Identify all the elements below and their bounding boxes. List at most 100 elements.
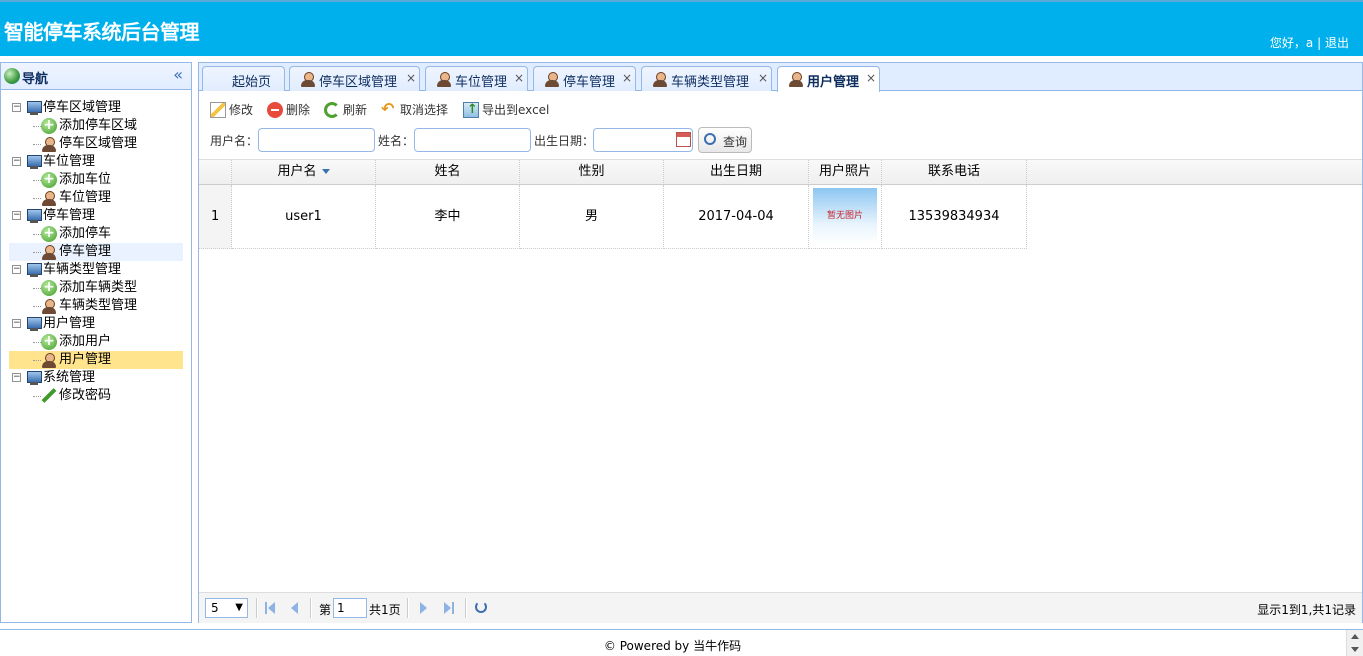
sort-desc-icon — [321, 169, 330, 174]
tree-item-label: 车辆类型管理 — [59, 298, 138, 313]
tab-bar: 起始页 停车区域管理 × 车位管理 × 停车管理 × 车辆类型管理 × 用户管理… — [199, 63, 1362, 92]
page-number-input[interactable] — [333, 598, 367, 618]
tree-item-add-vehicle-type[interactable]: 添加车辆类型 — [9, 278, 183, 297]
collapse-toggle-icon[interactable]: − — [12, 265, 21, 274]
username-input[interactable] — [258, 128, 375, 152]
first-page-button[interactable] — [262, 600, 278, 616]
tab-parking-area[interactable]: 停车区域管理 × — [289, 66, 420, 91]
nav-title: 导航 — [22, 72, 49, 87]
logout-link[interactable]: 退出 — [1325, 36, 1349, 50]
close-icon[interactable]: × — [866, 71, 876, 85]
tree-group-label: 停车区域管理 — [43, 100, 122, 115]
query-label: 查询 — [723, 135, 748, 149]
tree-group-parking[interactable]: − 停车管理 — [9, 207, 183, 225]
page-size-select[interactable]: 5 ▼ — [205, 598, 248, 618]
user-icon — [652, 71, 668, 87]
scroll-up-icon[interactable] — [1351, 634, 1359, 639]
search-icon — [704, 133, 716, 145]
close-icon[interactable]: × — [622, 71, 632, 85]
tree-line — [33, 396, 41, 397]
collapse-toggle-icon[interactable]: − — [12, 211, 21, 220]
close-icon[interactable]: × — [758, 71, 768, 85]
tree-line — [33, 234, 41, 235]
user-icon — [788, 71, 804, 87]
tree-item-parking-area-manage[interactable]: 停车区域管理 — [9, 135, 183, 153]
reload-icon[interactable] — [475, 601, 487, 613]
header-username[interactable]: 用户名 — [232, 160, 376, 185]
export-icon — [463, 100, 479, 120]
collapse-toggle-icon[interactable]: − — [12, 319, 21, 328]
tab-vehicle-type[interactable]: 车辆类型管理 × — [641, 66, 772, 91]
next-page-button[interactable] — [415, 600, 431, 616]
reload-icon — [324, 102, 340, 118]
tree-item-vehicle-type-manage[interactable]: 车辆类型管理 — [9, 297, 183, 315]
delete-icon — [267, 102, 283, 118]
tab-home[interactable]: 起始页 — [202, 66, 285, 91]
tree-item-add-parking-space[interactable]: 添加车位 — [9, 170, 183, 189]
pencil-icon — [41, 388, 57, 404]
tree-group-parking-area[interactable]: − 停车区域管理 — [9, 99, 183, 117]
calendar-icon[interactable] — [676, 132, 691, 147]
cell-name: 李中 — [376, 185, 520, 249]
header-phone[interactable]: 联系电话 — [882, 160, 1027, 185]
collapse-icon[interactable]: « — [173, 65, 183, 84]
tree-item-parking-manage[interactable]: 停车管理 — [9, 243, 183, 261]
user-photo-placeholder: 暂无图片 — [813, 188, 877, 244]
header-birth[interactable]: 出生日期 — [664, 160, 809, 185]
cell-username: user1 — [232, 185, 376, 249]
add-icon — [41, 170, 57, 188]
close-icon[interactable]: × — [514, 71, 524, 85]
data-grid: 用户名 姓名 性别 出生日期 用户照片 联系电话 1 user1 李中 男 20… — [199, 159, 1362, 591]
query-button[interactable]: 查询 — [698, 127, 752, 153]
scroll-down-icon[interactable] — [1351, 647, 1359, 652]
tree-group-vehicle-type[interactable]: − 车辆类型管理 — [9, 261, 183, 279]
user-icon — [41, 244, 57, 260]
tree-item-add-user[interactable]: 添加用户 — [9, 332, 183, 351]
name-input[interactable] — [414, 128, 531, 152]
tree-group-parking-space[interactable]: − 车位管理 — [9, 153, 183, 171]
tree-group-user[interactable]: − 用户管理 — [9, 315, 183, 333]
prev-page-button[interactable] — [287, 600, 303, 616]
refresh-label: 刷新 — [343, 103, 368, 117]
collapse-toggle-icon[interactable]: − — [12, 103, 21, 112]
tab-user[interactable]: 用户管理 × — [777, 66, 880, 92]
tree-item-user-manage[interactable]: 用户管理 — [9, 351, 183, 369]
tab-parking-space[interactable]: 车位管理 × — [425, 66, 528, 91]
tab-parking[interactable]: 停车管理 × — [533, 66, 636, 91]
header-photo[interactable]: 用户照片 — [809, 160, 882, 185]
separator — [465, 598, 467, 618]
tab-label: 车位管理 — [455, 75, 508, 90]
tree-group-system[interactable]: − 系统管理 — [9, 369, 183, 387]
user-icon — [300, 71, 316, 87]
greeting-text: 您好，a — [1269, 36, 1314, 50]
close-icon[interactable]: × — [406, 71, 416, 85]
add-icon — [41, 116, 57, 134]
cell-gender: 男 — [520, 185, 664, 249]
table-row[interactable]: 1 user1 李中 男 2017-04-04 暂无图片 13539834934 — [199, 185, 1027, 249]
monitor-icon — [26, 208, 42, 224]
user-icon — [41, 352, 57, 368]
birth-label: 出生日期： — [534, 134, 595, 148]
tree-item-add-parking[interactable]: 添加停车 — [9, 224, 183, 243]
monitor-icon — [26, 100, 42, 116]
nav-panel: 导航 « − 停车区域管理 添加停车区域 停车区域管理 − 车位管理 添加 — [0, 62, 192, 623]
scrollbar[interactable] — [1346, 630, 1363, 656]
tree-item-parking-space-manage[interactable]: 车位管理 — [9, 189, 183, 207]
main-panel: 起始页 停车区域管理 × 车位管理 × 停车管理 × 车辆类型管理 × 用户管理… — [198, 62, 1363, 623]
header-name[interactable]: 姓名 — [376, 160, 520, 185]
user-icon — [436, 71, 452, 87]
collapse-toggle-icon[interactable]: − — [12, 373, 21, 382]
tree-group-label: 用户管理 — [43, 316, 96, 331]
last-page-button[interactable] — [441, 600, 457, 616]
tree-item-label: 用户管理 — [59, 352, 112, 367]
tree-line — [33, 342, 41, 343]
tree-item-change-password[interactable]: 修改密码 — [9, 387, 183, 405]
header-gender[interactable]: 性别 — [520, 160, 664, 185]
footer-text: © Powered by 当牛作码 — [603, 639, 742, 653]
collapse-toggle-icon[interactable]: − — [12, 157, 21, 166]
pager: 5 ▼ 第 共1页 显示1到1,共1记录 — [199, 592, 1362, 623]
tree-item-add-parking-area[interactable]: 添加停车区域 — [9, 116, 183, 135]
tree-item-label: 车位管理 — [59, 190, 112, 205]
user-bar: 您好，a | 退出 — [1270, 34, 1349, 51]
last-page-icon — [452, 602, 454, 614]
